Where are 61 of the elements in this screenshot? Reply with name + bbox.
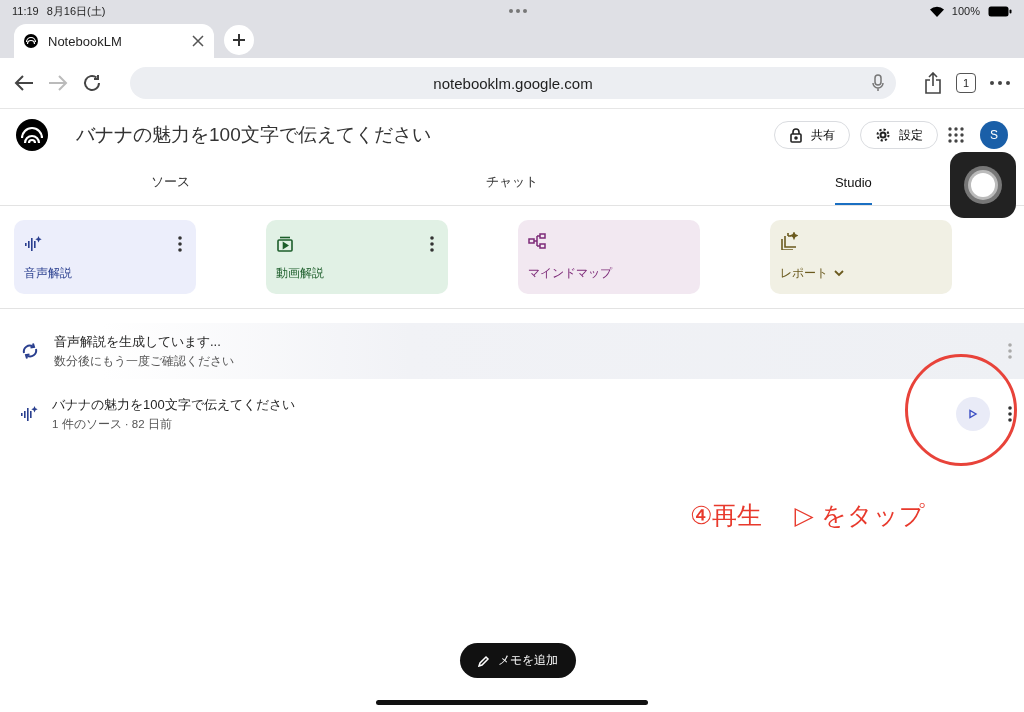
more-vertical-icon xyxy=(1008,406,1012,422)
studio-card[interactable]: レポート xyxy=(770,220,952,294)
item-subtitle: 1 件のソース · 82 日前 xyxy=(52,417,173,432)
studio-card[interactable]: マインドマップ xyxy=(518,220,700,294)
new-tab-button[interactable] xyxy=(224,25,254,55)
mind-map-icon xyxy=(528,232,546,250)
panel-tab[interactable]: ソース xyxy=(0,161,342,205)
studio-card[interactable]: 動画解説 xyxy=(266,220,448,294)
close-icon[interactable] xyxy=(192,35,204,47)
browser-tab[interactable]: NotebookLM xyxy=(14,24,214,58)
card-label: レポート xyxy=(780,265,828,282)
card-label: 音声解説 xyxy=(24,265,72,282)
video-icon xyxy=(276,235,294,253)
sync-icon xyxy=(20,341,40,361)
address-bar[interactable]: notebooklm.google.com xyxy=(130,67,896,99)
card-label: マインドマップ xyxy=(528,265,612,282)
pencil-icon xyxy=(478,654,490,667)
card-label: 動画解説 xyxy=(276,265,324,282)
panel-tab[interactable]: チャット xyxy=(341,161,683,205)
item-title: バナナの魅力を100文字で伝えてください xyxy=(52,396,296,414)
more-dots-icon[interactable] xyxy=(990,81,1010,85)
battery-icon xyxy=(988,5,1012,17)
avatar[interactable]: S xyxy=(980,121,1008,149)
audio-wave-icon xyxy=(20,405,38,423)
assistive-touch-button[interactable] xyxy=(950,152,1016,218)
play-icon xyxy=(968,409,978,419)
chevron-down-icon[interactable] xyxy=(834,270,844,277)
wifi-icon xyxy=(929,5,944,17)
notebook-title: バナナの魅力を100文字で伝えてください xyxy=(76,123,432,147)
apps-grid-icon[interactable] xyxy=(948,127,964,143)
status-date: 8月16日(土) xyxy=(46,3,106,19)
add-note-button[interactable]: メモを追加 xyxy=(460,643,576,678)
header-button[interactable]: 共有 xyxy=(774,121,850,149)
app-logo-icon xyxy=(24,34,38,48)
item-title: 音声解説を生成しています... xyxy=(54,333,222,351)
item-subtitle: 数分後にもう一度ご確認ください xyxy=(54,354,235,369)
studio-item[interactable]: バナナの魅力を100文字で伝えてください 1 件のソース · 82 日前 xyxy=(0,386,1024,442)
annotation-text: ▷ をタップ xyxy=(794,500,925,531)
plus-icon xyxy=(232,33,246,47)
annotation-text: ④再生 xyxy=(690,500,763,531)
tab-count-button[interactable]: 1 xyxy=(956,73,976,93)
status-time: 11:19 xyxy=(12,5,39,17)
settings-icon xyxy=(875,127,891,143)
studio-card[interactable]: 音声解説 xyxy=(14,220,196,294)
back-arrow-icon[interactable] xyxy=(14,74,34,92)
battery-percent: 100% xyxy=(951,5,980,17)
share-icon[interactable] xyxy=(924,72,942,94)
play-button[interactable] xyxy=(956,397,990,431)
microphone-icon[interactable] xyxy=(872,74,884,92)
app-logo-icon[interactable] xyxy=(16,119,48,151)
more-vertical-icon xyxy=(1008,343,1012,359)
more-dots-icon xyxy=(508,9,527,13)
ring-icon xyxy=(963,165,1003,205)
tab-title: NotebookLM xyxy=(48,33,123,49)
more-vertical-icon xyxy=(430,236,434,252)
document-stack-icon xyxy=(780,232,798,250)
lock-icon xyxy=(789,127,803,143)
audio-wave-icon xyxy=(24,235,42,253)
header-button[interactable]: 設定 xyxy=(860,121,938,149)
more-vertical-icon xyxy=(178,236,182,252)
reload-icon[interactable] xyxy=(82,73,102,93)
